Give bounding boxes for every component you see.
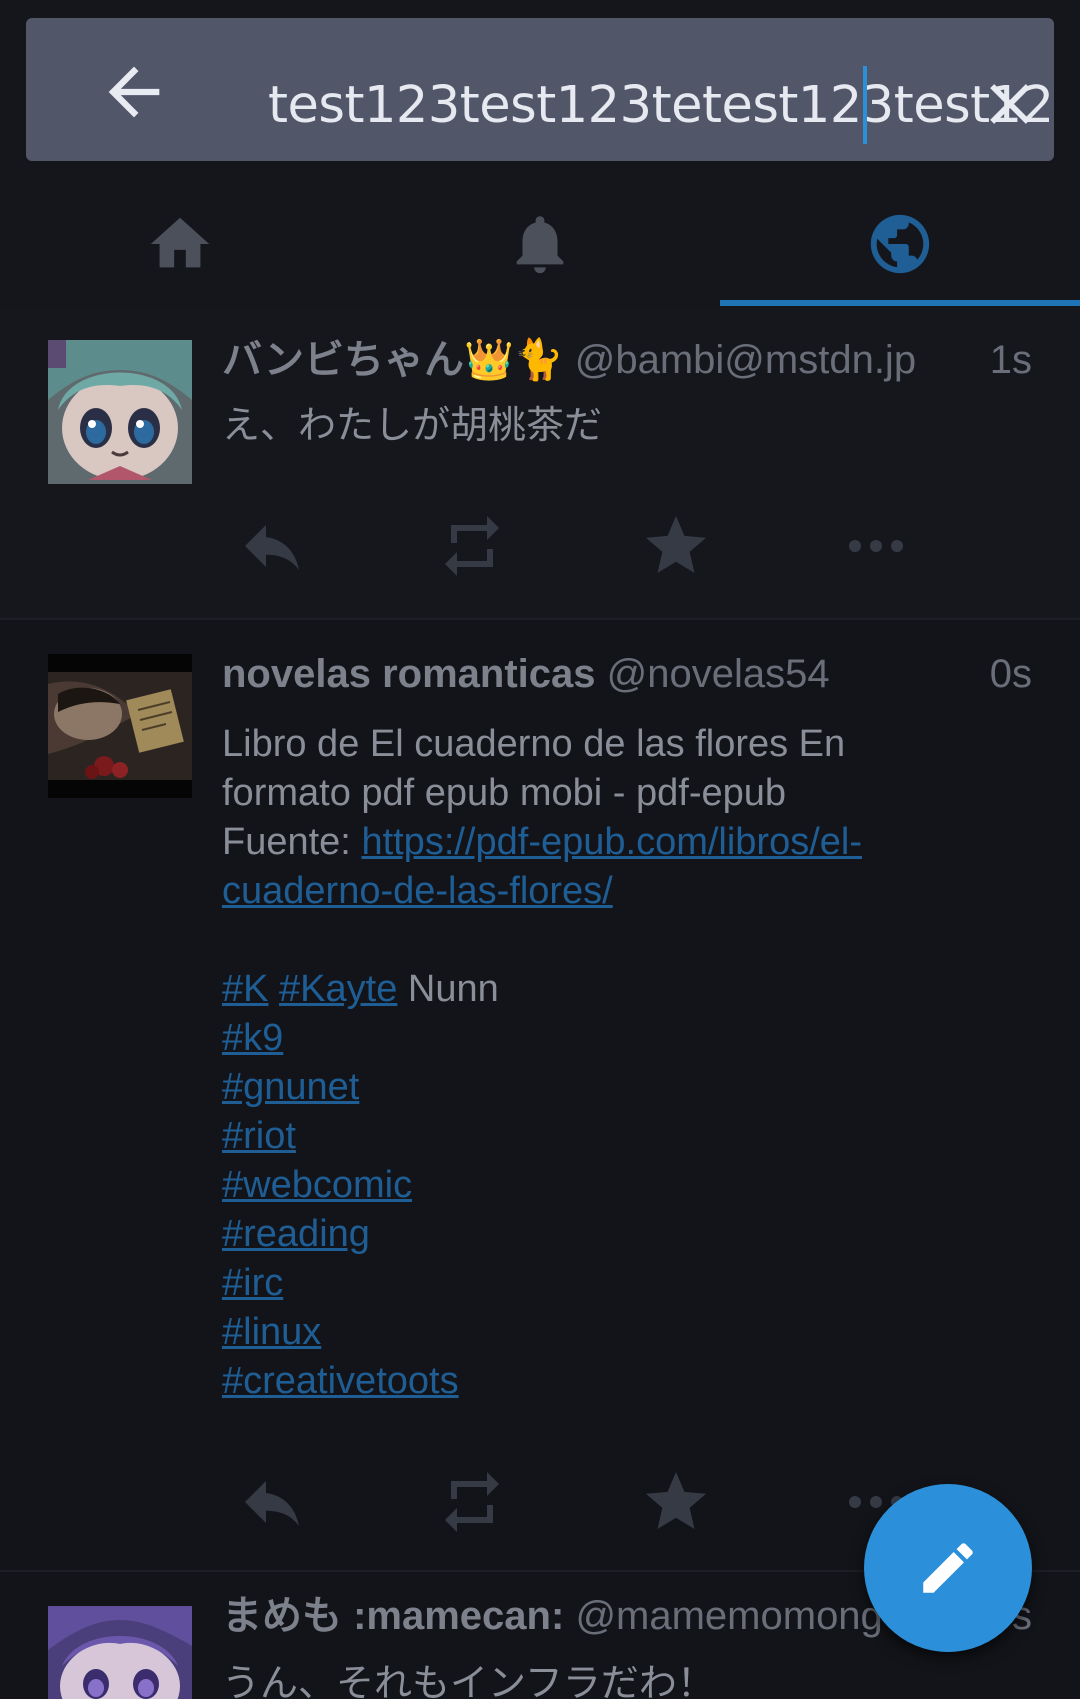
- status-time: 1s: [989, 338, 1032, 382]
- arrow-left-icon: [108, 66, 160, 118]
- home-icon: [150, 217, 210, 267]
- status-content: え、わたしが胡桃茶だ: [222, 402, 1002, 451]
- hashtag-link[interactable]: #gnunet: [222, 1066, 359, 1108]
- hashtag-link[interactable]: #reading: [222, 1213, 370, 1255]
- timeline-tabs: [0, 180, 1080, 307]
- globe-icon: [870, 214, 930, 273]
- boost-icon: [445, 1472, 499, 1532]
- status-header: novelas romanticas @novelas54: [222, 650, 830, 698]
- content-text: Nunn: [407, 968, 499, 1010]
- reply-button[interactable]: [232, 1462, 312, 1542]
- status-header: まめも :mamecan: @mamemomong: [222, 1592, 883, 1640]
- status-actions: [222, 506, 962, 586]
- display-name[interactable]: まめも :mamecan:: [222, 1594, 564, 1638]
- tab-home[interactable]: [0, 180, 360, 307]
- search-bar: test123test123tetest123test123te: [26, 18, 1054, 161]
- search-input[interactable]: test123test123tetest123test123te: [268, 78, 1054, 134]
- favourite-button[interactable]: [636, 506, 716, 586]
- content-line: Libro de El cuaderno de las flores En: [222, 723, 846, 765]
- content-line: #K #Kayte Nunn: [222, 965, 1002, 1014]
- status-item[interactable]: バンビちゃん👑🐈 @bambi@mstdn.jp 1s え、わたしが胡桃茶だ: [0, 308, 1080, 618]
- hashtag-link[interactable]: #k9: [222, 1017, 283, 1059]
- hashtag-link[interactable]: #linux: [222, 1311, 321, 1353]
- content-line: え、わたしが胡桃茶だ: [222, 405, 603, 447]
- boost-button[interactable]: [432, 506, 512, 586]
- compose-button[interactable]: [864, 1484, 1032, 1652]
- active-tab-indicator: [720, 300, 1080, 306]
- close-icon: [990, 84, 1030, 124]
- account-handle: @novelas54: [606, 652, 830, 696]
- reply-icon: [245, 525, 299, 570]
- status-actions: [222, 1462, 962, 1542]
- avatar[interactable]: [48, 654, 192, 798]
- display-name[interactable]: novelas romanticas: [222, 652, 596, 696]
- content-line: Fuente: https://pdf-epub.com/libros/el-: [222, 818, 1002, 867]
- reply-icon: [245, 1481, 299, 1526]
- source-link[interactable]: https://pdf-epub.com/libros/el-: [361, 821, 862, 863]
- account-handle: @bambi@mstdn.jp: [574, 338, 917, 382]
- status-content: うん、それもインフラだわ！: [222, 1660, 1002, 1699]
- content-line: うん、それもインフラだわ！: [222, 1663, 715, 1699]
- status-item[interactable]: novelas romanticas @novelas54 0s Libro d…: [0, 620, 1080, 1570]
- hashtag-link[interactable]: #irc: [222, 1262, 283, 1304]
- status-header: バンビちゃん👑🐈 @bambi@mstdn.jp: [222, 336, 916, 384]
- clear-search-button[interactable]: [976, 70, 1044, 138]
- more-button[interactable]: [836, 506, 916, 586]
- hashtag-link[interactable]: #K: [222, 968, 268, 1010]
- pencil-icon: [923, 1543, 973, 1593]
- account-handle: @mamemomong: [575, 1594, 883, 1638]
- content-line: cuaderno-de-las-flores/: [222, 867, 1002, 916]
- back-button[interactable]: [96, 54, 172, 130]
- content-line: formato pdf epub mobi - pdf-epub: [222, 772, 787, 814]
- display-name[interactable]: バンビちゃん👑🐈: [222, 338, 564, 382]
- boost-button[interactable]: [432, 1462, 512, 1542]
- source-label: Fuente:: [222, 821, 351, 863]
- status-time: 0s: [989, 652, 1032, 696]
- hashtag-link[interactable]: #riot: [222, 1115, 296, 1157]
- hashtag-link[interactable]: #Kayte: [279, 968, 397, 1010]
- favourite-icon: [646, 516, 706, 573]
- status-content: Libro de El cuaderno de las flores En fo…: [222, 720, 1002, 1406]
- bell-icon: [516, 215, 564, 273]
- more-icon: [849, 540, 903, 552]
- avatar[interactable]: [48, 340, 192, 484]
- tab-federated[interactable]: [720, 180, 1080, 307]
- source-link-continued[interactable]: cuaderno-de-las-flores/: [222, 870, 613, 912]
- boost-icon: [445, 516, 499, 576]
- text-caret: [863, 66, 867, 144]
- reply-button[interactable]: [232, 506, 312, 586]
- hashtag-link[interactable]: #webcomic: [222, 1164, 412, 1206]
- favourite-icon: [646, 1472, 706, 1529]
- favourite-button[interactable]: [636, 1462, 716, 1542]
- hashtag-link[interactable]: #creativetoots: [222, 1360, 459, 1402]
- tab-notifications[interactable]: [360, 180, 720, 307]
- avatar[interactable]: [48, 1606, 192, 1699]
